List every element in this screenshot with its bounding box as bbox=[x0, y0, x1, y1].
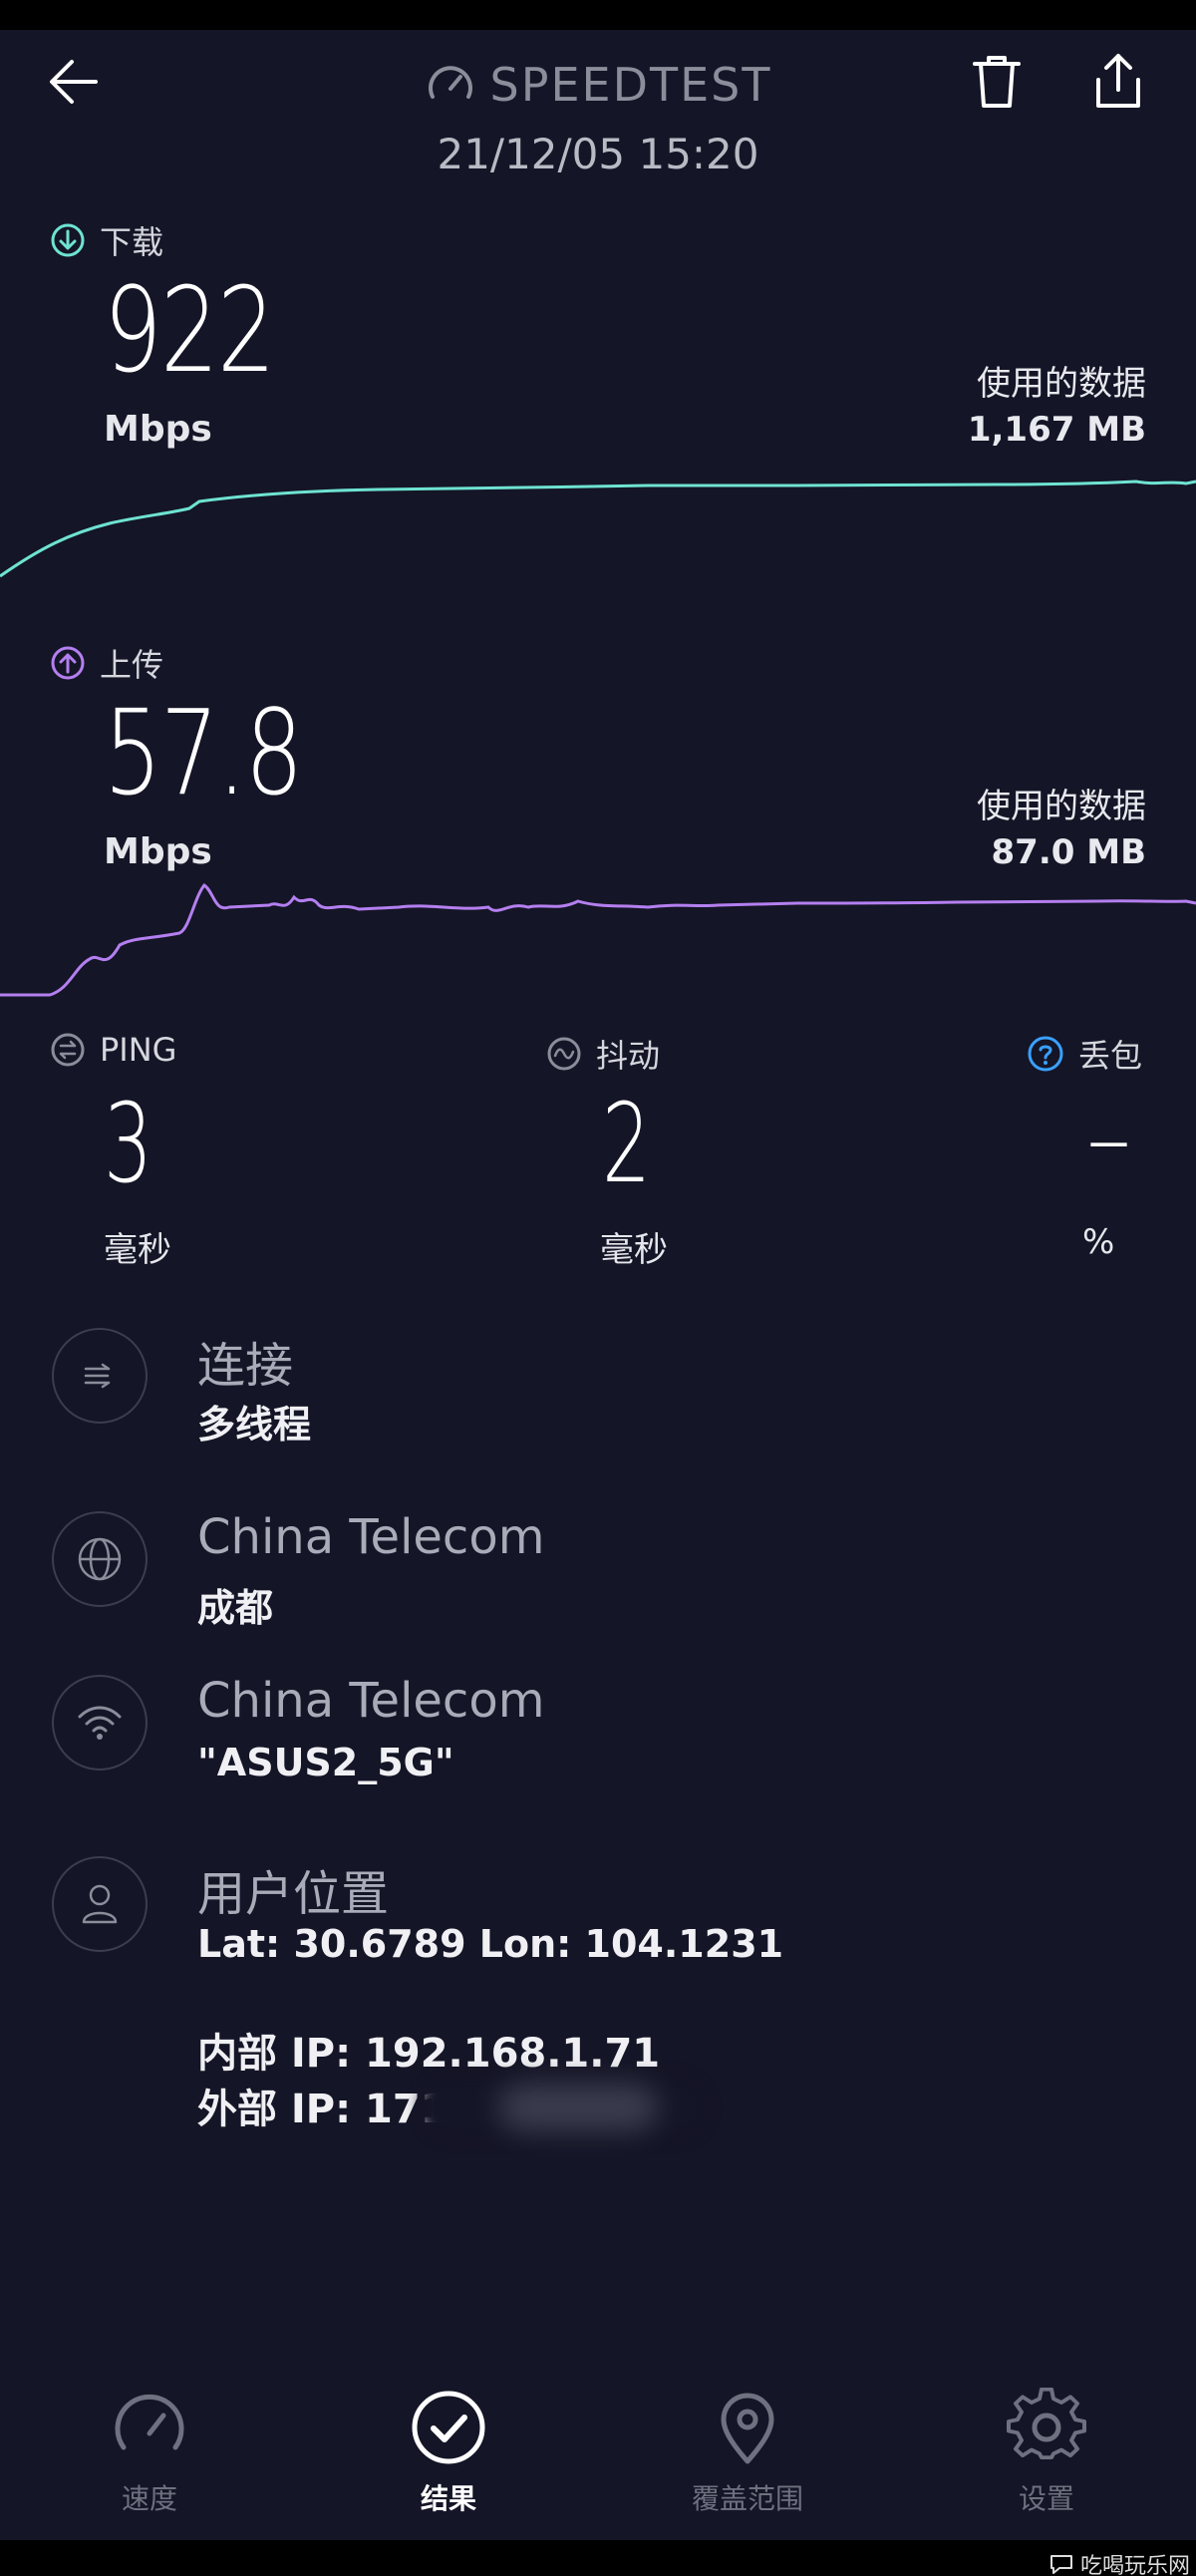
watermark: 吃喝玩乐网 bbox=[1048, 2548, 1190, 2576]
globe-icon bbox=[78, 1537, 122, 1581]
connection-type-title: 连接 bbox=[197, 1338, 294, 1394]
tab-settings[interactable]: 设置 bbox=[947, 2388, 1146, 2517]
tab-results[interactable]: 结果 bbox=[349, 2388, 548, 2517]
gear-icon bbox=[1007, 2388, 1086, 2460]
ip-redaction-blur bbox=[498, 2084, 658, 2131]
server-icon-circle bbox=[52, 1511, 148, 1607]
user-coordinates-value: Lat: 30.6789 Lon: 104.1231 bbox=[197, 1922, 784, 1966]
upload-arrow-icon bbox=[51, 646, 85, 680]
tab-speed-label: 速度 bbox=[121, 2482, 177, 2515]
download-label: 下载 bbox=[50, 217, 163, 263]
jitter-icon bbox=[547, 1037, 581, 1071]
upload-unit: Mbps bbox=[104, 831, 212, 872]
person-icon bbox=[82, 1884, 118, 1924]
ping-label-text: PING bbox=[100, 1031, 177, 1069]
ping-label: PING bbox=[50, 1031, 176, 1069]
tab-coverage-label: 覆盖范围 bbox=[691, 2482, 803, 2515]
jitter-label-text: 抖动 bbox=[596, 1037, 661, 1075]
network-icon-circle bbox=[52, 1675, 148, 1771]
back-arrow-icon[interactable] bbox=[44, 52, 104, 112]
tab-results-label: 结果 bbox=[420, 2482, 476, 2515]
download-speed-graph bbox=[0, 480, 1196, 578]
connection-icon-circle bbox=[52, 1328, 148, 1424]
test-timestamp: 21/12/05 15:20 bbox=[437, 130, 759, 178]
upload-speed-value: 57.8 bbox=[104, 684, 303, 821]
network-provider-title: China Telecom bbox=[197, 1673, 545, 1729]
jitter-value: 2 bbox=[602, 1080, 651, 1207]
location-icon-circle bbox=[52, 1856, 148, 1952]
packet-loss-unit: % bbox=[1082, 1222, 1115, 1262]
wifi-icon bbox=[78, 1706, 122, 1740]
tab-coverage[interactable]: 覆盖范围 bbox=[648, 2388, 847, 2517]
server-provider-title: China Telecom bbox=[197, 1509, 545, 1565]
user-location-title: 用户位置 bbox=[197, 1866, 390, 1922]
upload-data-used-label: 使用的数据 bbox=[977, 787, 1146, 826]
download-speed-value: 922 bbox=[104, 261, 276, 399]
ping-value: 3 bbox=[104, 1080, 152, 1207]
speedometer-logo-icon bbox=[428, 66, 472, 99]
watermark-text: 吃喝玩乐网 bbox=[1079, 2554, 1190, 2576]
check-circle-icon bbox=[412, 2391, 485, 2464]
help-icon[interactable] bbox=[1027, 1035, 1064, 1073]
ping-icon bbox=[51, 1033, 85, 1067]
app-title: SPEEDTEST bbox=[399, 50, 797, 120]
jitter-unit: 毫秒 bbox=[600, 1230, 668, 1270]
status-bar bbox=[0, 0, 1196, 30]
internal-ip: 内部 IP: 192.168.1.71 bbox=[197, 2031, 661, 2077]
packet-loss-label-text: 丢包 bbox=[1078, 1037, 1143, 1075]
chat-bubble-icon bbox=[1049, 2555, 1072, 2574]
system-nav-bar bbox=[0, 2540, 1196, 2576]
trash-icon[interactable] bbox=[969, 52, 1025, 112]
app-title-text: SPEEDTEST bbox=[489, 58, 772, 112]
share-icon[interactable] bbox=[1090, 50, 1146, 112]
multi-connection-icon bbox=[84, 1363, 111, 1389]
upload-label-text: 上传 bbox=[100, 646, 164, 684]
jitter-label: 抖动 bbox=[546, 1031, 660, 1077]
packet-loss-label: 丢包 bbox=[1027, 1031, 1142, 1077]
tab-speed[interactable]: 速度 bbox=[50, 2388, 249, 2517]
packet-loss-value: – bbox=[1086, 1087, 1131, 1191]
upload-speed-graph bbox=[0, 882, 1196, 997]
upload-data-used: 使用的数据 87.0 MB bbox=[977, 784, 1146, 875]
network-ssid-value: "ASUS2_5G" bbox=[197, 1741, 454, 1784]
download-data-used-label: 使用的数据 bbox=[977, 364, 1146, 404]
map-pin-icon bbox=[721, 2393, 774, 2464]
ping-unit: 毫秒 bbox=[104, 1230, 171, 1270]
speedtest-result-screen: SPEEDTEST 21/12/05 15:20 下载 922 Mbps 使用的… bbox=[0, 0, 1196, 2576]
connection-type-value: 多线程 bbox=[197, 1403, 312, 1447]
upload-label: 上传 bbox=[50, 640, 163, 686]
tab-settings-label: 设置 bbox=[1018, 2482, 1074, 2515]
server-city-value: 成都 bbox=[197, 1586, 274, 1630]
download-label-text: 下载 bbox=[100, 223, 164, 261]
download-arrow-icon bbox=[51, 223, 85, 257]
speedometer-icon bbox=[115, 2394, 184, 2450]
